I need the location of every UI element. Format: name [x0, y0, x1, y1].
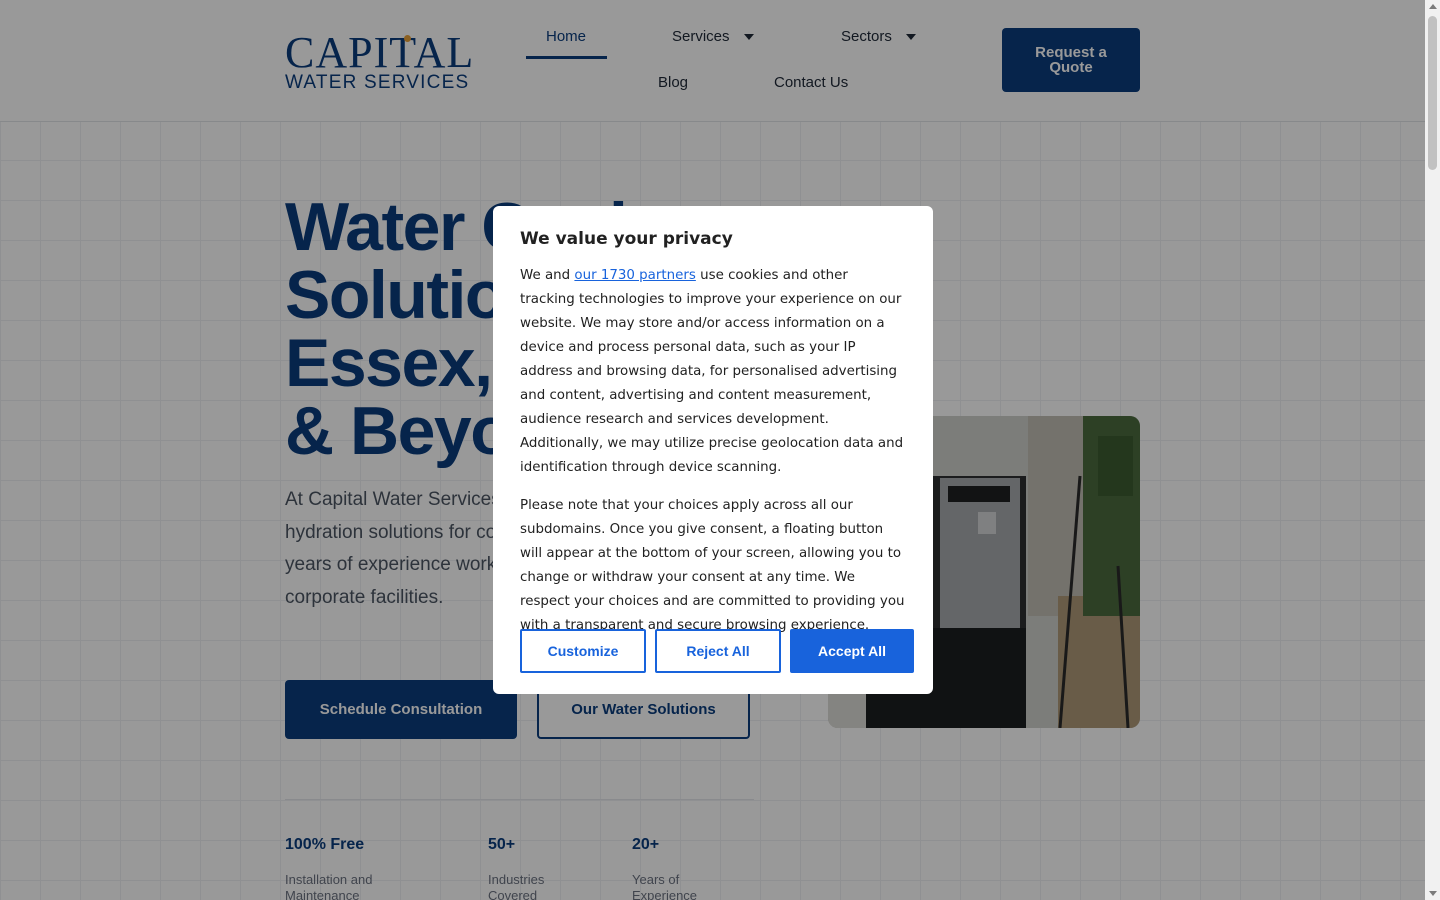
consent-paragraph-1: We and our 1730 partners use cookies and… — [520, 264, 906, 480]
cookie-consent-dialog: We value your privacy We and our 1730 pa… — [493, 206, 933, 694]
reject-all-button[interactable]: Reject All — [655, 629, 781, 673]
consent-text: We and — [520, 268, 575, 283]
page-scrollbar[interactable] — [1425, 0, 1440, 900]
scroll-down-arrow-icon[interactable] — [1429, 891, 1437, 896]
consent-paragraph-2: Please note that your choices apply acro… — [520, 498, 905, 633]
consent-actions: Customize Reject All Accept All — [520, 629, 914, 673]
customize-button[interactable]: Customize — [520, 629, 646, 673]
scroll-up-arrow-icon[interactable] — [1429, 4, 1437, 9]
accept-all-button[interactable]: Accept All — [790, 629, 914, 673]
partners-link[interactable]: our 1730 partners — [574, 268, 695, 283]
scrollbar-thumb[interactable] — [1428, 16, 1437, 170]
consent-text: use cookies and other tracking technolog… — [520, 268, 904, 475]
consent-title: We value your privacy — [520, 229, 733, 249]
